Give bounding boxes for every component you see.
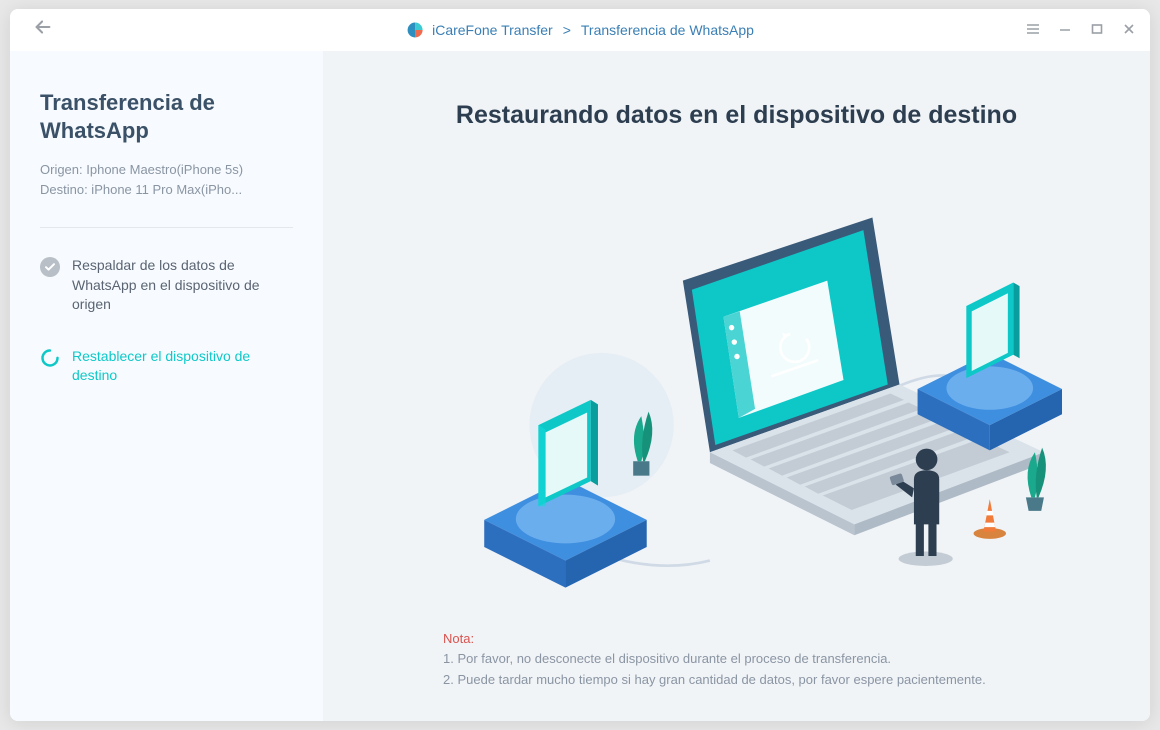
note-line-1: 1. Por favor, no desconecte el dispositi… bbox=[443, 649, 1100, 670]
sidebar: Transferencia de WhatsApp Origen: Iphone… bbox=[10, 51, 323, 721]
content-area: Transferencia de WhatsApp Origen: Iphone… bbox=[10, 51, 1150, 721]
breadcrumb-separator: > bbox=[563, 22, 571, 38]
back-button[interactable] bbox=[28, 12, 58, 48]
app-window: iCareFone Transfer > Transferencia de Wh… bbox=[10, 9, 1150, 721]
menu-icon[interactable] bbox=[1026, 22, 1040, 39]
device-info: Origen: Iphone Maestro(iPhone 5s) Destin… bbox=[40, 160, 293, 199]
sidebar-divider bbox=[40, 227, 293, 228]
step-restore: Restablecer el dispositivo de destino bbox=[40, 347, 293, 386]
title-center: iCareFone Transfer > Transferencia de Wh… bbox=[406, 21, 754, 39]
step-backup: Respaldar de los datos de WhatsApp en el… bbox=[40, 256, 293, 315]
minimize-icon[interactable] bbox=[1058, 22, 1072, 38]
spinner-icon bbox=[40, 348, 60, 368]
sidebar-title: Transferencia de WhatsApp bbox=[40, 89, 293, 144]
transfer-illustration bbox=[373, 160, 1100, 619]
page-name: Transferencia de WhatsApp bbox=[581, 22, 754, 38]
main-title: Restaurando datos en el dispositivo de d… bbox=[373, 101, 1100, 130]
step-restore-label: Restablecer el dispositivo de destino bbox=[72, 347, 293, 386]
main-panel: Restaurando datos en el dispositivo de d… bbox=[323, 51, 1150, 721]
maximize-icon[interactable] bbox=[1090, 22, 1104, 38]
note-label: Nota: bbox=[443, 629, 1100, 650]
notes-section: Nota: 1. Por favor, no desconecte el dis… bbox=[373, 629, 1100, 691]
titlebar: iCareFone Transfer > Transferencia de Wh… bbox=[10, 9, 1150, 51]
origin-device: Origen: Iphone Maestro(iPhone 5s) bbox=[40, 160, 293, 180]
app-name: iCareFone Transfer bbox=[432, 22, 553, 38]
close-icon[interactable] bbox=[1122, 22, 1136, 38]
step-backup-label: Respaldar de los datos de WhatsApp en el… bbox=[72, 256, 293, 315]
window-controls bbox=[1026, 22, 1136, 39]
note-line-2: 2. Puede tardar mucho tiempo si hay gran… bbox=[443, 670, 1100, 691]
destination-device: Destino: iPhone 11 Pro Max(iPho... bbox=[40, 180, 293, 200]
app-logo-icon bbox=[406, 21, 424, 39]
check-icon bbox=[40, 257, 60, 277]
